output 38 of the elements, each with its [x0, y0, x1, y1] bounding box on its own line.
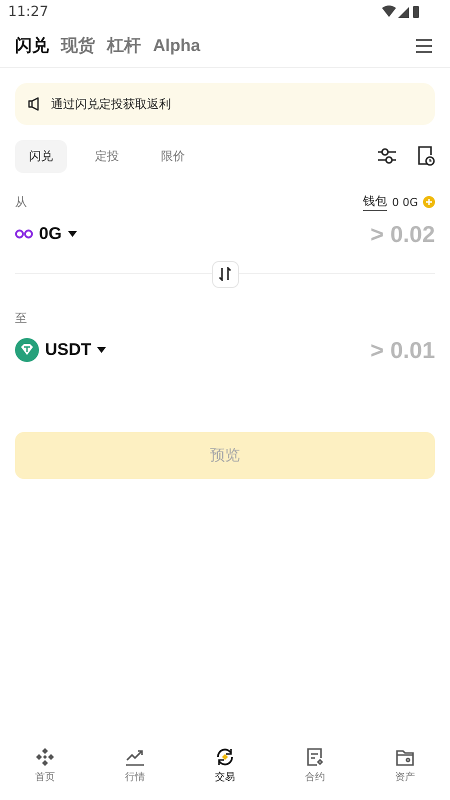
order-history-icon[interactable]: [417, 146, 435, 166]
status-time: 11:27: [8, 4, 48, 20]
mode-tab[interactable]: 限价: [147, 140, 199, 172]
top-tab[interactable]: Alpha: [153, 36, 200, 56]
diamond-logo-icon: [35, 747, 55, 767]
to-label: 至: [15, 310, 27, 326]
mode-tab[interactable]: 闪兑: [15, 140, 67, 172]
caret-icon: [68, 231, 77, 237]
wallet-icon: [395, 747, 415, 767]
wallet-link[interactable]: 钱包: [362, 193, 387, 211]
caret-icon: [97, 347, 106, 353]
amount-field[interactable]: > 0.02: [275, 220, 435, 248]
token-selector[interactable]: USDT: [15, 338, 106, 362]
nav-item[interactable]: 合约: [285, 747, 345, 797]
token-logo-icon: [15, 338, 39, 362]
document-icon: [305, 747, 325, 767]
settings-icon[interactable]: [377, 147, 397, 165]
swap-icon: [219, 267, 231, 281]
status-icons-drawing: [382, 5, 420, 19]
token-selector[interactable]: 0G: [15, 224, 77, 244]
nav-item[interactable]: 首页: [15, 747, 75, 797]
mode-tab[interactable]: 定投: [81, 140, 133, 172]
from-label: 从: [15, 194, 27, 210]
top-tab[interactable]: 杠杆: [107, 34, 141, 57]
top-tab[interactable]: 闪兑: [15, 34, 49, 57]
nav-item[interactable]: 行情: [105, 747, 165, 797]
nav-item[interactable]: 资产: [375, 747, 435, 797]
chart-icon: [125, 747, 145, 767]
amount-field[interactable]: > 0.01: [275, 336, 435, 364]
exchange-icon: [214, 747, 236, 767]
banner-text: 通过闪兑定投获取返利: [51, 96, 171, 112]
promo-banner[interactable]: 通过闪兑定投获取返利: [15, 83, 435, 125]
wallet-balance: 0 0G: [392, 196, 418, 208]
menu-icon[interactable]: [416, 38, 432, 52]
top-tab[interactable]: 现货: [61, 34, 95, 57]
swap-button[interactable]: [212, 260, 238, 288]
token-logo-icon: [15, 229, 33, 239]
nav-item[interactable]: 交易: [195, 747, 255, 797]
